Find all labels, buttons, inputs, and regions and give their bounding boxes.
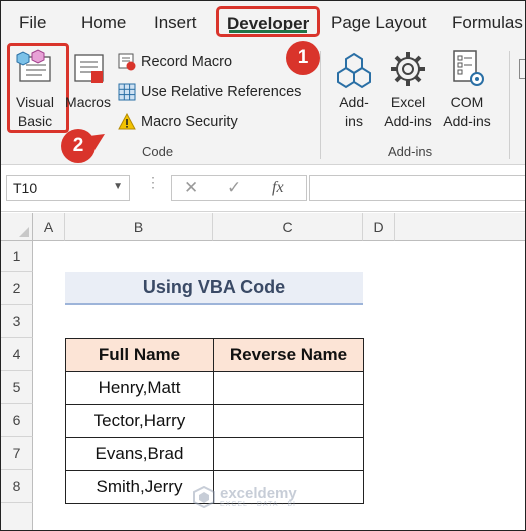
watermark-tagline: EXCEL · DATA · BI xyxy=(220,500,296,508)
name-box-value: T10 xyxy=(13,180,38,196)
reverse-name-cell[interactable] xyxy=(213,371,364,405)
full-name-cell[interactable]: Henry,Matt xyxy=(65,371,214,405)
visual-basic-label-1: Visual xyxy=(16,94,54,110)
exceldemy-watermark: exceldemy EXCEL · DATA · BI xyxy=(193,486,297,508)
group-separator-2 xyxy=(509,51,510,159)
watermark-name: exceldemy xyxy=(220,484,297,502)
chevron-down-icon[interactable]: ▼ xyxy=(113,181,123,192)
cancel-icon[interactable]: ✕ xyxy=(184,178,198,198)
column-header-d[interactable]: D xyxy=(363,213,395,241)
row-header-blank xyxy=(1,503,33,530)
macro-security-label: Macro Security xyxy=(141,114,238,130)
macro-security-button[interactable]: Macro Security xyxy=(117,111,238,133)
addins-icon xyxy=(337,52,371,89)
tab-page-layout[interactable]: Page Layout xyxy=(331,13,426,33)
visual-basic-icon xyxy=(16,49,51,82)
tab-developer[interactable]: Developer xyxy=(216,6,320,37)
reverse-name-cell[interactable] xyxy=(213,437,364,471)
tab-insert[interactable]: Insert xyxy=(154,13,197,33)
warning-icon xyxy=(117,112,137,132)
com-addins-icon xyxy=(453,50,484,86)
table-header-row: Full Name Reverse Name xyxy=(65,338,364,372)
record-macro-button[interactable]: Record Macro xyxy=(117,51,232,73)
column-header-a[interactable]: A xyxy=(33,213,65,241)
insert-function-button[interactable]: fx xyxy=(272,179,284,197)
row-header-4[interactable]: 4 xyxy=(1,338,33,371)
addins-label-2: ins xyxy=(345,113,363,129)
active-tab-underline xyxy=(229,30,307,33)
header-full-name[interactable]: Full Name xyxy=(65,338,214,372)
names-table: Full Name Reverse Name Henry,Matt Tector… xyxy=(65,338,364,504)
full-name-cell[interactable]: Tector,Harry xyxy=(65,404,214,438)
macros-button[interactable]: Macros xyxy=(62,92,114,112)
tab-formulas[interactable]: Formulas xyxy=(452,13,523,33)
table-row: Evans,Brad xyxy=(65,437,364,471)
tab-home[interactable]: Home xyxy=(81,13,126,33)
record-macro-icon xyxy=(117,52,137,72)
step-badge-1: 1 xyxy=(286,41,320,75)
record-macro-label: Record Macro xyxy=(141,54,233,70)
row-header-1[interactable]: 1 xyxy=(1,241,33,272)
badge-pointer xyxy=(89,134,105,150)
row-header-8[interactable]: 8 xyxy=(1,470,33,503)
row-header-3[interactable]: 3 xyxy=(1,305,33,338)
formula-input[interactable] xyxy=(309,175,525,201)
formula-buttons: ✕ ✓ fx xyxy=(171,175,307,201)
excel-addins-gear-icon xyxy=(391,52,425,86)
reverse-name-cell[interactable] xyxy=(213,404,364,438)
table-row: Henry,Matt xyxy=(65,371,364,405)
row-header-2[interactable]: 2 xyxy=(1,272,33,305)
excel-window: File Home Insert Developer Page Layout F… xyxy=(0,0,526,531)
select-all-corner[interactable] xyxy=(1,213,33,241)
enter-icon[interactable]: ✓ xyxy=(227,178,241,198)
row-header-7[interactable]: 7 xyxy=(1,437,33,470)
resize-dots-icon[interactable]: ⋮ xyxy=(146,175,160,189)
com-addins-label-2: Add-ins xyxy=(443,113,491,129)
full-name-cell[interactable]: Smith,Jerry xyxy=(65,470,214,504)
excel-addins-label-1[interactable]: Excel xyxy=(379,92,437,112)
exceldemy-logo-icon xyxy=(193,486,215,508)
column-header-b[interactable]: B xyxy=(65,213,213,241)
table-row: Tector,Harry xyxy=(65,404,364,438)
tab-file[interactable]: File xyxy=(19,13,46,33)
excel-addins-label-2: Add-ins xyxy=(384,113,432,129)
worksheet-grid: A B C D 1 2 3 4 5 6 7 8 Using VBA Code F… xyxy=(1,213,525,530)
group-separator xyxy=(320,51,321,159)
code-group-label: Code xyxy=(142,144,174,159)
column-header-blank xyxy=(395,213,525,241)
full-name-cell[interactable]: Evans,Brad xyxy=(65,437,214,471)
header-reverse-name[interactable]: Reverse Name xyxy=(213,338,364,372)
row-header-6[interactable]: 6 xyxy=(1,404,33,437)
com-addins-label-1[interactable]: COM xyxy=(437,92,497,112)
macros-icon xyxy=(74,54,104,83)
visual-basic-label-2: Basic xyxy=(17,113,53,129)
use-relative-references-button[interactable]: Use Relative References xyxy=(117,81,301,103)
clipped-ribbon-icon xyxy=(519,59,525,79)
addins-group-label: Add-ins xyxy=(388,144,433,159)
use-relative-references-label: Use Relative References xyxy=(141,84,302,100)
name-box[interactable]: T10 ▼ xyxy=(6,175,130,201)
sheet-title[interactable]: Using VBA Code xyxy=(65,272,363,305)
addins-label-1[interactable]: Add- xyxy=(331,92,377,112)
ribbon: File Home Insert Developer Page Layout F… xyxy=(1,1,525,165)
row-header-5[interactable]: 5 xyxy=(1,371,33,404)
grid-icon xyxy=(117,82,137,102)
formula-bar: T10 ▼ ⋮ ✕ ✓ fx xyxy=(1,165,525,212)
column-header-c[interactable]: C xyxy=(213,213,363,241)
